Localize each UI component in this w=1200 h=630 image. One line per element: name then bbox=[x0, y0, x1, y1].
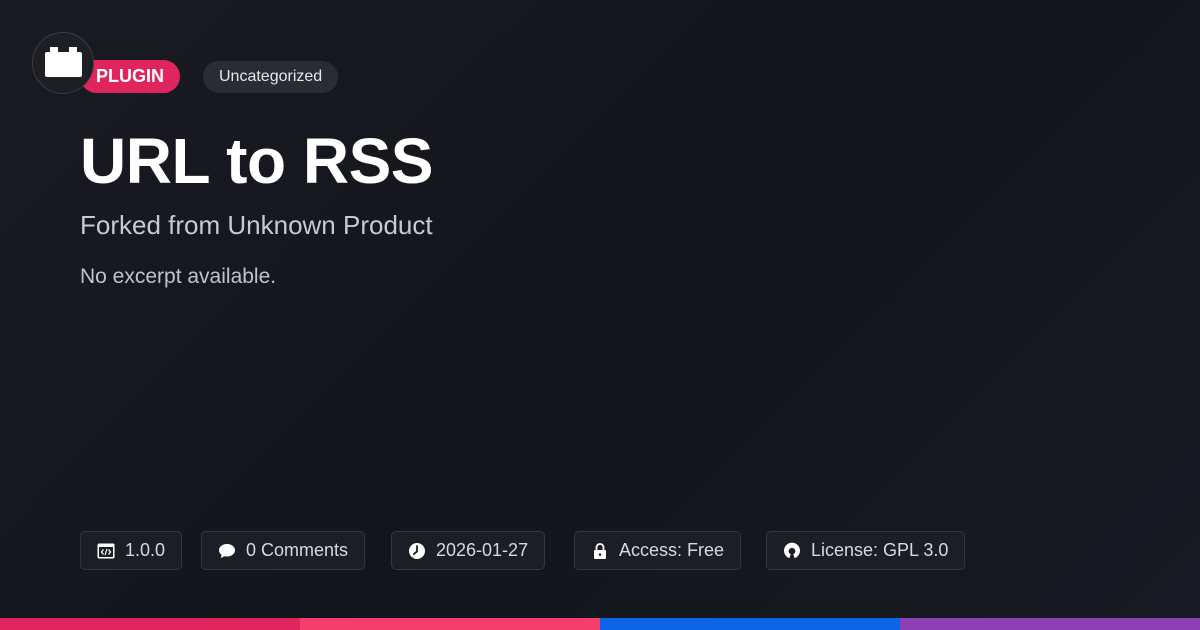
plugin-logo bbox=[32, 32, 94, 94]
access-pill: Access: Free bbox=[574, 531, 742, 570]
color-stripe bbox=[0, 618, 1200, 630]
clock-icon bbox=[409, 543, 425, 559]
license-pill: License: GPL 3.0 bbox=[766, 531, 966, 570]
publish-date: 2026-01-27 bbox=[436, 540, 529, 560]
excerpt: No excerpt available. bbox=[80, 265, 277, 288]
social-card: PLUGIN Uncategorized URL to RSS Forked f… bbox=[0, 0, 1200, 630]
category-badge[interactable]: Uncategorized bbox=[203, 61, 339, 93]
stripe-segment-blue bbox=[600, 618, 900, 630]
subtitle: Forked from Unknown Product bbox=[80, 210, 433, 240]
plugin-block-icon bbox=[45, 47, 82, 77]
comments-count: 0 Comments bbox=[246, 540, 349, 560]
license-value: License: GPL 3.0 bbox=[811, 540, 949, 560]
speech-bubble-icon bbox=[219, 544, 235, 558]
stripe-segment-pink bbox=[300, 618, 600, 630]
version-value: 1.0.0 bbox=[125, 540, 166, 560]
version-pill: 1.0.0 bbox=[80, 531, 183, 570]
code-window-icon bbox=[97, 543, 115, 559]
stripe-segment-purple bbox=[900, 618, 1200, 630]
page-title: URL to RSS bbox=[80, 125, 433, 197]
open-source-icon bbox=[784, 542, 800, 559]
date-pill: 2026-01-27 bbox=[391, 531, 546, 570]
lock-icon bbox=[594, 543, 606, 559]
access-value: Access: Free bbox=[619, 540, 725, 560]
comments-pill[interactable]: 0 Comments bbox=[201, 531, 366, 570]
stripe-segment-red bbox=[0, 618, 300, 630]
type-badge[interactable]: PLUGIN bbox=[80, 60, 181, 93]
